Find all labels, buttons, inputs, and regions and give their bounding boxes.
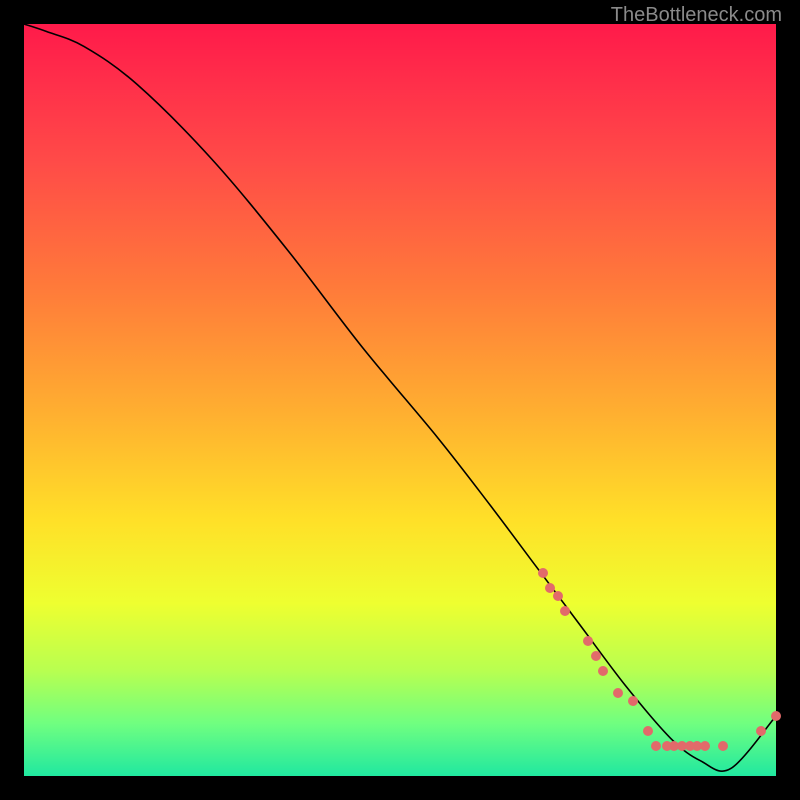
scatter-dot xyxy=(718,741,728,751)
scatter-dot xyxy=(538,568,548,578)
scatter-dot xyxy=(700,741,710,751)
scatter-dot xyxy=(583,636,593,646)
scatter-dot xyxy=(553,591,563,601)
scatter-dot xyxy=(628,696,638,706)
scatter-dot xyxy=(598,666,608,676)
chart-curve-svg xyxy=(24,24,776,776)
scatter-dot xyxy=(651,741,661,751)
scatter-dot xyxy=(591,651,601,661)
scatter-dot xyxy=(643,726,653,736)
scatter-dot xyxy=(560,606,570,616)
scatter-dot xyxy=(756,726,766,736)
chart-plot-area xyxy=(24,24,776,776)
scatter-dot xyxy=(613,688,623,698)
scatter-dot xyxy=(771,711,781,721)
curve-path xyxy=(24,24,776,771)
